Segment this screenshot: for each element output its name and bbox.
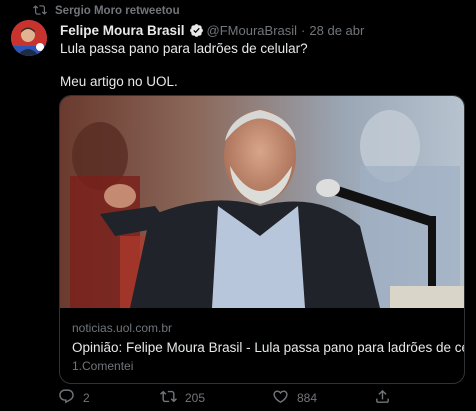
tweet-text: Lula passa pano para ladrões de celular?… (60, 40, 308, 91)
card-meta: noticias.uol.com.br Opinião: Felipe Mour… (72, 320, 464, 374)
like-count: 884 (297, 391, 318, 405)
tweet-date[interactable]: 28 de abr (309, 23, 364, 38)
header-separator: · (301, 22, 306, 38)
retweet-indicator[interactable]: Sergio Moro retweetou (33, 4, 180, 18)
card-description: 1.Comentei (72, 359, 134, 373)
reply-icon (58, 388, 75, 408)
reply-button[interactable]: 2 (58, 388, 90, 408)
avatar[interactable] (11, 20, 47, 56)
like-button[interactable]: 884 (272, 388, 317, 408)
heart-icon (272, 388, 289, 408)
share-button[interactable] (374, 388, 391, 408)
retweet-icon (33, 3, 47, 20)
share-icon (374, 388, 391, 408)
tweet-line: Lula passa pano para ladrões de celular? (60, 41, 308, 56)
card-domain: noticias.uol.com.br (72, 321, 173, 335)
card-title[interactable]: Opinião: Felipe Moura Brasil - Lula pass… (72, 339, 464, 357)
link-card[interactable]: noticias.uol.com.br Opinião: Felipe Mour… (59, 95, 465, 384)
tweet-header: Felipe Moura Brasil @FMouraBrasil · 28 d… (60, 21, 364, 39)
tweet-container[interactable]: Sergio Moro retweetou Felipe Moura Brasi… (0, 0, 476, 411)
verified-badge-icon (189, 23, 203, 37)
retweet-action-icon (160, 388, 177, 408)
retweet-button[interactable]: 205 (160, 388, 205, 408)
retweet-count: 205 (185, 391, 206, 405)
reply-count: 2 (83, 391, 90, 405)
action-bar: 2 205 884 (58, 388, 398, 408)
card-image (60, 96, 464, 308)
author-name[interactable]: Felipe Moura Brasil (60, 23, 185, 38)
retweet-label: Sergio Moro retweetou (55, 5, 180, 17)
tweet-line: Meu artigo no UOL. (60, 74, 178, 89)
author-handle[interactable]: @FMouraBrasil (207, 23, 298, 38)
